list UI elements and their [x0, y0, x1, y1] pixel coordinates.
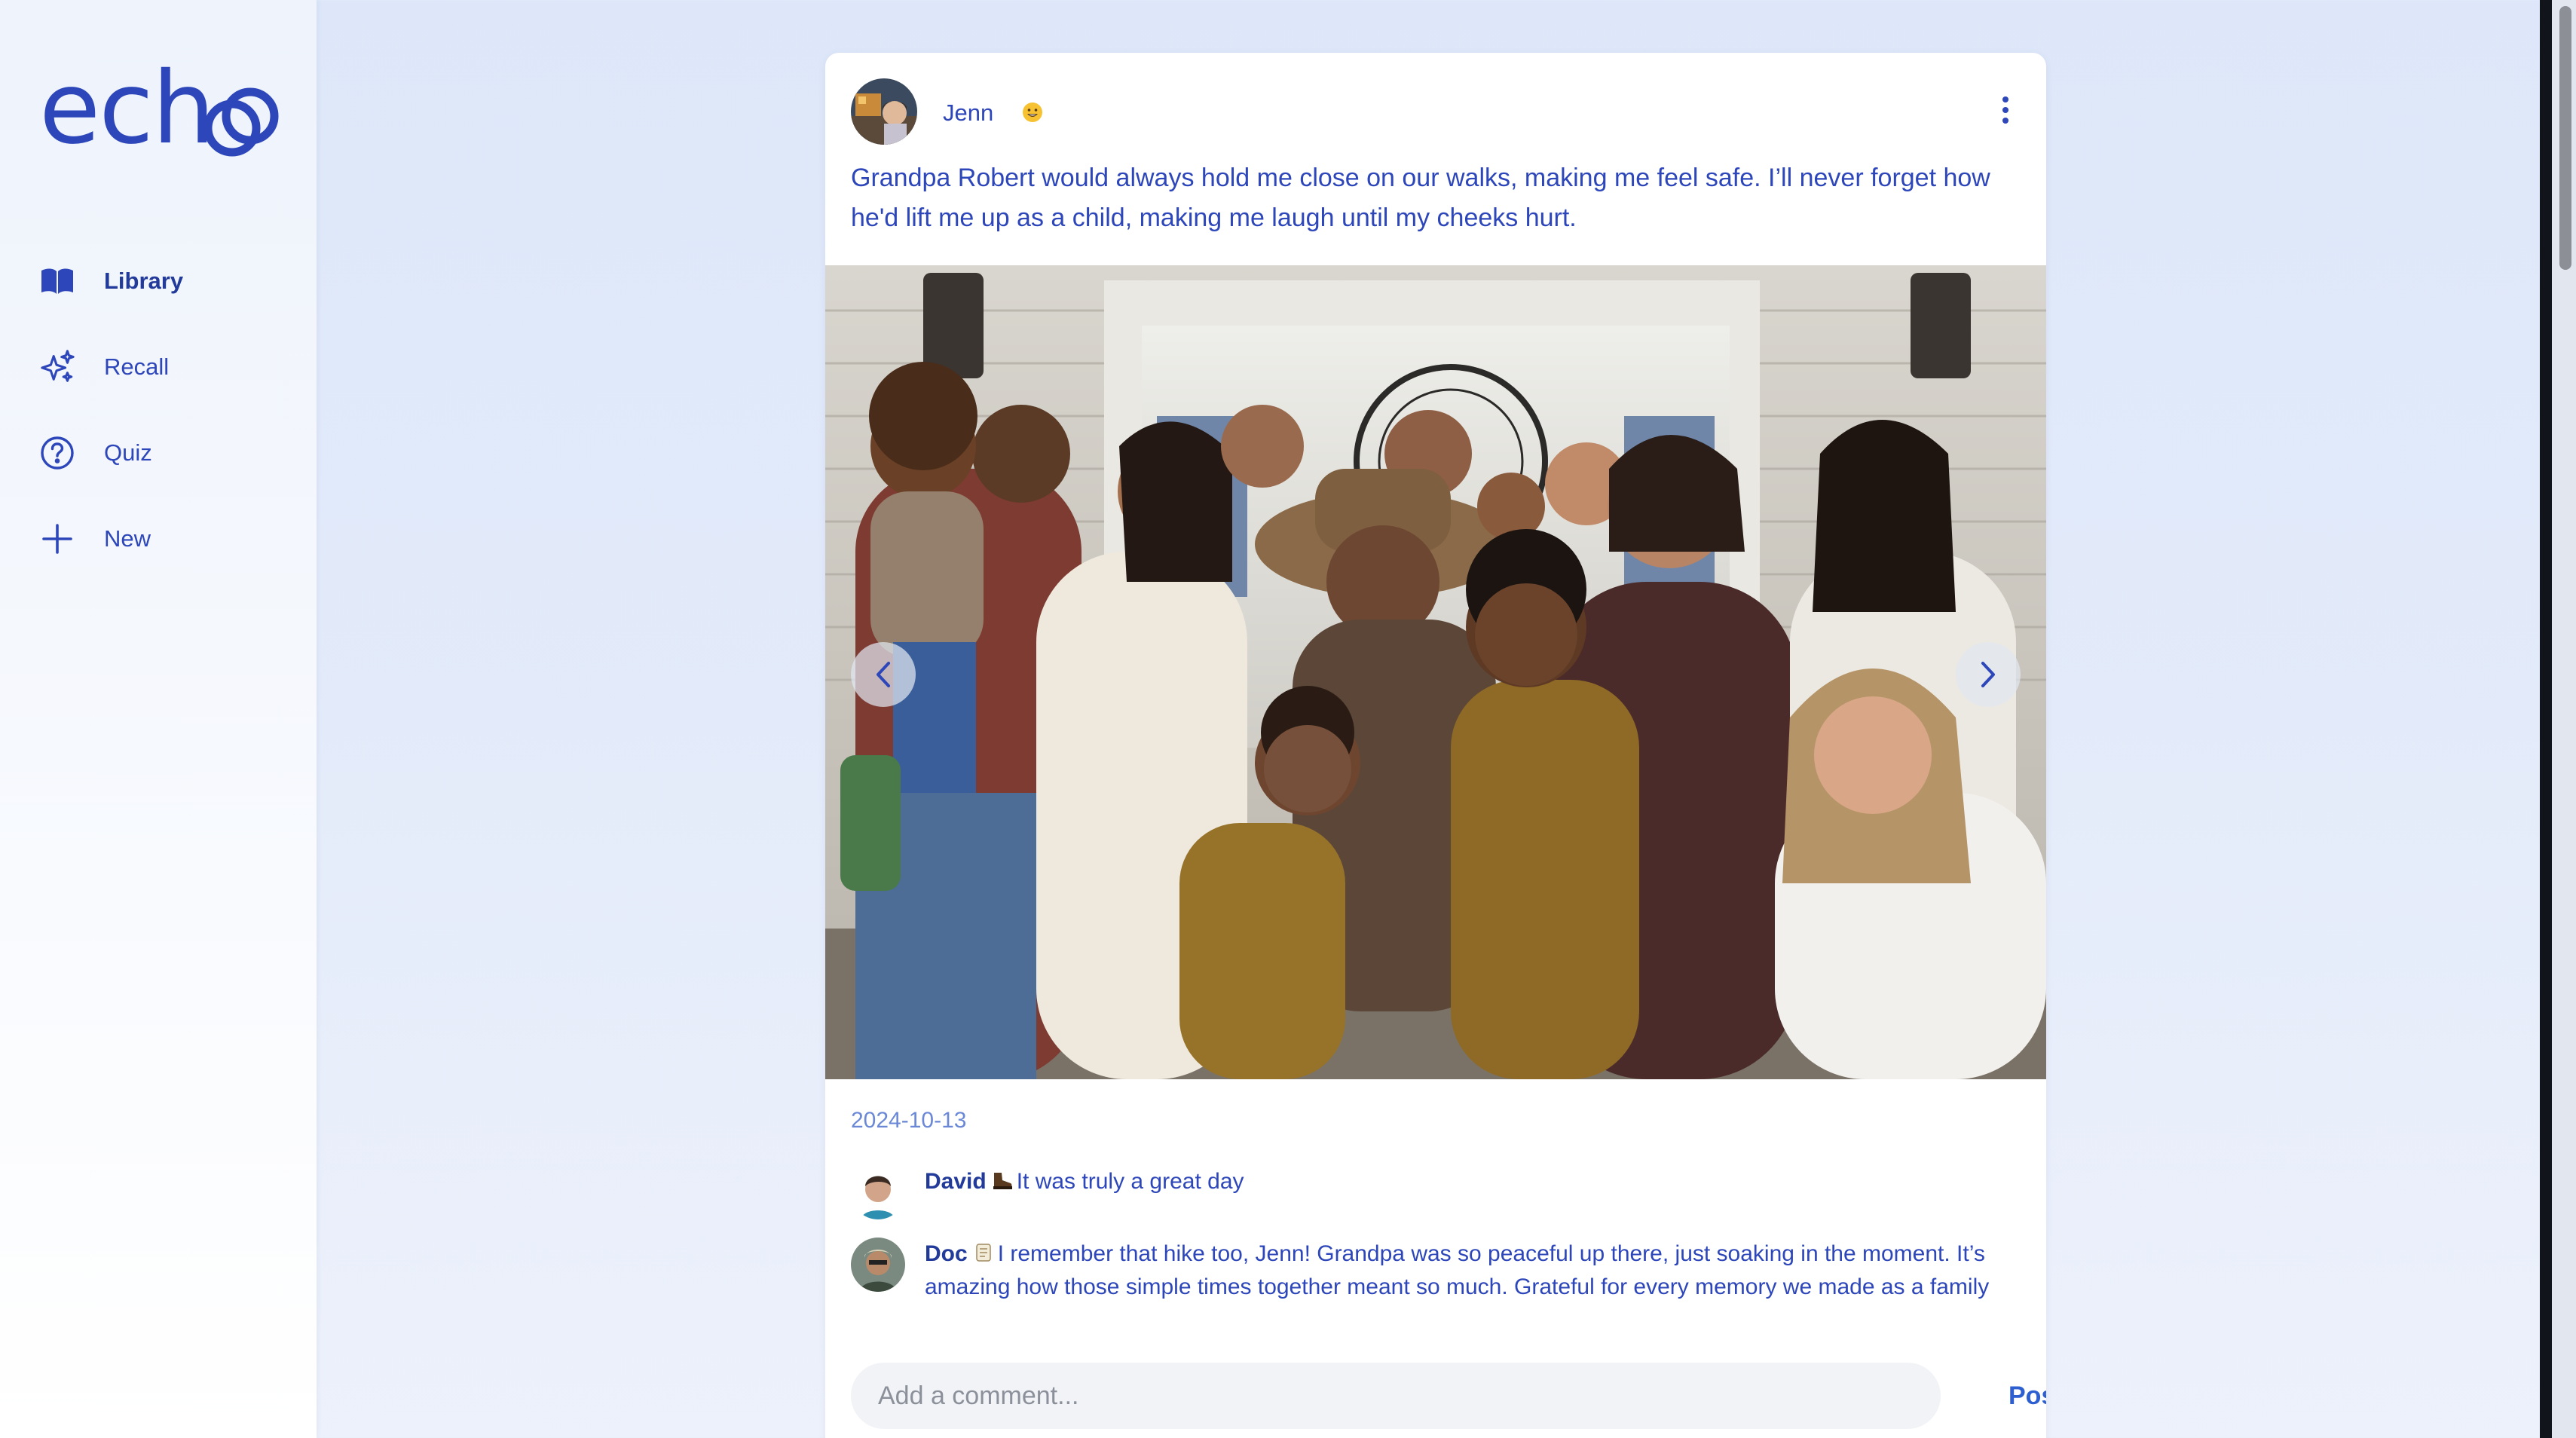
comment-text: I remember that hike too, Jenn! Grandpa …: [925, 1241, 1990, 1299]
post-caption: Grandpa Robert would always hold me clos…: [851, 164, 1990, 232]
chevron-right-icon: [1981, 662, 1995, 687]
carousel-prev-button[interactable]: [851, 642, 916, 707]
window-edge: [2540, 0, 2552, 1438]
comment-author[interactable]: Doc: [925, 1241, 968, 1266]
sidebar-item-label: Recall: [104, 353, 170, 380]
hiking-boot-icon: [991, 1167, 1014, 1189]
sidebar-item-label: New: [104, 525, 151, 552]
commenter-avatar[interactable]: [851, 1165, 905, 1219]
comment-item: Doc I remember that hike too, Jenn! Grand…: [851, 1238, 2027, 1343]
post-photo[interactable]: [825, 265, 2046, 1079]
sparkles-icon: [39, 349, 75, 385]
post-date: 2024-10-13: [851, 1108, 967, 1133]
book-open-icon: [39, 263, 75, 299]
scrollbar-thumb[interactable]: [2559, 6, 2571, 270]
comment-author[interactable]: David: [925, 1169, 987, 1194]
sidebar-item-new[interactable]: New: [0, 496, 317, 582]
kebab-menu-icon: [2002, 96, 2008, 124]
comment-body: David It was truly a great day: [925, 1165, 2025, 1198]
author-name[interactable]: Jenn: [943, 99, 993, 127]
question-circle-icon: [39, 435, 75, 471]
sidebar-item-label: Library: [104, 268, 184, 294]
commenter-avatar[interactable]: [851, 1238, 905, 1292]
echo-logo[interactable]: ech: [39, 59, 280, 170]
post-comment-button[interactable]: Post: [2008, 1363, 2046, 1429]
logo-rings-icon: [203, 87, 279, 157]
post-card: Jenn Grandpa Robert would always hold me…: [825, 53, 2046, 1438]
comment-input[interactable]: [851, 1363, 1941, 1429]
sidebar-item-recall[interactable]: Recall: [0, 324, 317, 410]
carousel-next-button[interactable]: [1956, 642, 2021, 707]
more-options-button[interactable]: [1990, 87, 2021, 133]
plus-icon: [39, 521, 75, 557]
post-header: Jenn: [851, 78, 2021, 146]
chevron-left-icon: [877, 662, 890, 687]
comment-body: Doc I remember that hike too, Jenn! Grand…: [925, 1238, 2025, 1304]
sidebar-item-quiz[interactable]: Quiz: [0, 410, 317, 496]
author-avatar[interactable]: [851, 78, 917, 145]
add-comment-row: [851, 1363, 1987, 1429]
scroll-icon: [972, 1240, 995, 1262]
sidebar-nav: Library Recall Quiz New: [0, 238, 317, 582]
sidebar-item-library[interactable]: Library: [0, 238, 317, 324]
comment-item: David It was truly a great day: [851, 1165, 2027, 1225]
sidebar: ech Library Recall Quiz New: [0, 0, 317, 1438]
comment-text: It was truly a great day: [1016, 1169, 1244, 1194]
sidebar-item-label: Quiz: [104, 439, 152, 466]
grinning-face-icon: [1021, 101, 1044, 124]
logo-text: ech: [39, 50, 215, 167]
